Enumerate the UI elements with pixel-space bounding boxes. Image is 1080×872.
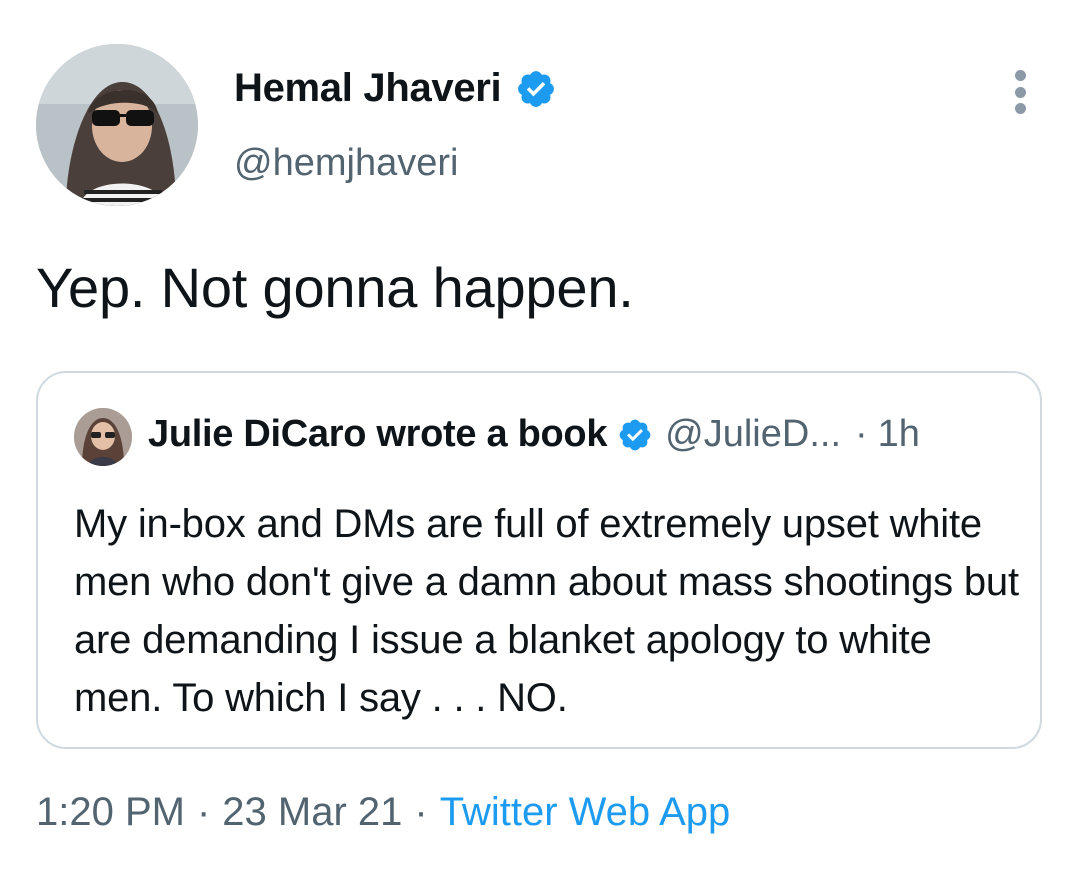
author-handle[interactable]: @hemjhaveri <box>234 142 458 185</box>
quoted-author-name[interactable]: Julie DiCaro wrote a book <box>148 413 607 456</box>
author-avatar[interactable] <box>36 44 198 206</box>
quoted-tweet-card[interactable]: Julie DiCaro wrote a book @JulieD... · 1… <box>36 371 1042 749</box>
separator-dot: · <box>855 413 868 455</box>
tweet-date[interactable]: 23 Mar 21 <box>222 790 402 834</box>
tweet-meta: 1:20 PM · 23 Mar 21 · Twitter Web App <box>36 790 730 835</box>
more-dot <box>1014 86 1026 98</box>
quoted-tweet-time[interactable]: 1h <box>878 413 920 456</box>
quoted-avatar-photo <box>74 408 132 466</box>
verified-badge-icon <box>518 70 555 107</box>
more-dot <box>1014 70 1026 81</box>
tweet-source-link[interactable]: Twitter Web App <box>440 790 731 834</box>
separator-dot: · <box>414 790 428 834</box>
more-dot <box>1014 103 1026 114</box>
quoted-tweet-header: Julie DiCaro wrote a book @JulieD... · 1… <box>148 413 920 456</box>
author-name-row[interactable]: Hemal Jhaveri <box>234 66 557 111</box>
tweet-text: Yep. Not gonna happen. <box>36 256 634 319</box>
author-display-name[interactable]: Hemal Jhaveri <box>234 66 502 111</box>
verified-badge-icon <box>619 419 651 450</box>
quoted-tweet-text: My in-box and DMs are full of extremely … <box>74 502 1019 720</box>
avatar-photo <box>36 44 198 206</box>
separator-dot: · <box>196 790 211 834</box>
quoted-author-avatar[interactable] <box>74 408 132 466</box>
quoted-author-handle: @JulieD... <box>665 413 841 455</box>
more-vertical-icon[interactable] <box>1003 70 1037 114</box>
tweet-time[interactable]: 1:20 PM <box>36 790 185 834</box>
